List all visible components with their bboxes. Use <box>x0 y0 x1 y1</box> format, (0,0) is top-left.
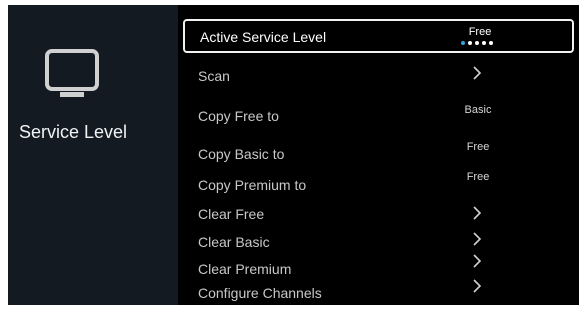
settings-menu: Active Service Level Free Scan Copy Free… <box>178 5 579 305</box>
section-title: Service Level <box>19 122 128 142</box>
menu-item-label: Clear Free <box>198 206 265 222</box>
menu-item-active-service-level[interactable]: Active Service Level Free <box>183 19 574 53</box>
menu-item-label: Active Service Level <box>200 29 327 45</box>
menu-item-scan[interactable]: Scan <box>183 60 574 94</box>
level-dot <box>468 41 472 45</box>
menu-item-copy-basic[interactable]: Copy Basic to Free <box>183 136 574 170</box>
menu-item-value: Free <box>466 141 490 153</box>
level-dot <box>475 41 479 45</box>
level-dot-active <box>461 41 465 45</box>
menu-item-label: Clear Basic <box>198 234 270 250</box>
menu-item-label: Copy Free to <box>198 108 279 124</box>
chevron-right-icon <box>473 66 482 80</box>
chevron-right-icon <box>473 206 482 220</box>
chevron-right-icon <box>473 279 482 293</box>
menu-item-label: Scan <box>198 68 230 84</box>
chevron-right-icon <box>473 254 482 268</box>
menu-item-configure-channels[interactable]: Configure Channels <box>183 277 574 305</box>
menu-item-label: Configure Channels <box>198 285 322 301</box>
menu-item-label: Copy Basic to <box>198 146 285 162</box>
section-panel: Service Level <box>8 5 178 305</box>
level-dot <box>489 41 493 45</box>
menu-item-value: Free <box>466 171 490 183</box>
menu-item-label: Clear Premium <box>198 261 292 277</box>
level-dot <box>482 41 486 45</box>
tv-icon <box>45 49 99 97</box>
menu-item-value: Free <box>468 26 492 38</box>
tv-screen: Service Level Active Service Level Free … <box>8 5 579 305</box>
menu-item-label: Copy Premium to <box>198 177 307 193</box>
chevron-right-icon <box>473 232 482 246</box>
level-indicator <box>461 41 493 45</box>
menu-item-copy-free[interactable]: Copy Free to Basic <box>183 99 574 133</box>
menu-item-value: Basic <box>464 104 492 116</box>
menu-item-copy-premium[interactable]: Copy Premium to Free <box>183 166 574 200</box>
